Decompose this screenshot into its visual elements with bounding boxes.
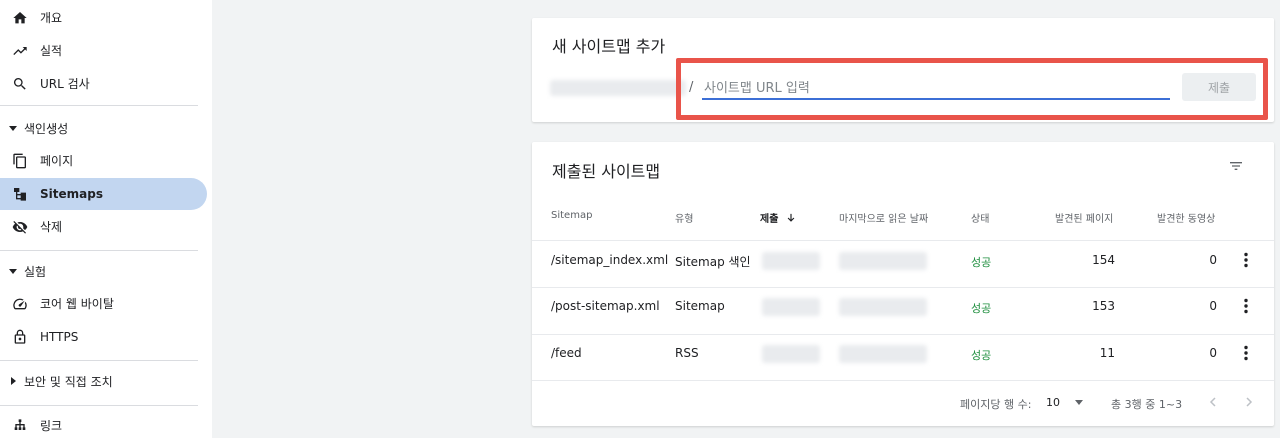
more-vert-icon[interactable]: [1243, 298, 1249, 314]
home-icon: [13, 12, 27, 24]
videos-cell: 0: [1209, 299, 1217, 313]
pages-cell: 11: [1099, 346, 1115, 360]
sidebar-item-sitemaps[interactable]: Sitemaps: [0, 178, 207, 210]
row-divider: [532, 380, 1274, 381]
site-url-redacted: [550, 80, 686, 96]
caret-down-icon: [9, 126, 17, 131]
sidebar-section-label: 색인생성: [24, 122, 69, 136]
sidebar-item-label: Sitemaps: [40, 187, 103, 201]
caret-down-icon: [1074, 400, 1083, 405]
status-cell: 성공: [971, 302, 992, 315]
sidebar-item-removals[interactable]: 삭제: [0, 211, 198, 243]
rows-per-page-select[interactable]: 10: [1046, 396, 1084, 409]
chevron-right-icon[interactable]: [1243, 396, 1255, 408]
more-vert-icon[interactable]: [1243, 345, 1249, 361]
sidebar-item-label: 페이지: [40, 154, 74, 168]
sidebar-divider: [0, 250, 198, 251]
type-cell: Sitemap: [675, 299, 725, 313]
sidebar-item-label: HTTPS: [40, 330, 79, 344]
column-header-type[interactable]: 유형: [675, 210, 693, 225]
pagination-range: 총 3행 중 1~3: [1111, 398, 1183, 411]
sidebar-section-label: 실험: [24, 265, 47, 279]
sidebar-section-label: 보안 및 직접 조치: [24, 375, 113, 389]
sidebar: 개요 실적 URL 검사 색인생성 페이지 Sitemaps 삭제 실험 코어 …: [0, 0, 212, 438]
last-read-date-redacted: [839, 252, 927, 270]
add-sitemap-title: 새 사이트맵 추가: [552, 37, 666, 56]
sidebar-section-security[interactable]: 보안 및 직접 조치: [0, 370, 198, 394]
visibility-off-icon: [12, 221, 28, 234]
pages-cell: 154: [1092, 253, 1115, 267]
videos-cell: 0: [1209, 253, 1217, 267]
submitted-sitemaps-card: [532, 142, 1274, 426]
sidebar-item-pages[interactable]: 페이지: [0, 145, 198, 177]
submitted-date-redacted: [762, 252, 820, 270]
sidebar-item-label: 코어 웹 바이탈: [40, 297, 114, 311]
videos-cell: 0: [1209, 346, 1217, 360]
chevron-left-icon[interactable]: [1207, 396, 1219, 408]
column-header-status[interactable]: 상태: [971, 210, 989, 225]
links-icon: [14, 419, 26, 430]
column-header-pages-found[interactable]: 발견된 페이지: [1055, 210, 1113, 225]
sitemap-icon: [14, 188, 26, 201]
sidebar-item-core-web-vitals[interactable]: 코어 웹 바이탈: [0, 288, 198, 320]
caret-down-icon: [9, 269, 17, 274]
pages-icon: [13, 153, 26, 169]
speed-icon: [13, 298, 27, 310]
submit-button[interactable]: 제출: [1182, 73, 1256, 101]
sidebar-section-experience[interactable]: 실험: [0, 260, 198, 284]
row-divider: [532, 334, 1274, 335]
submitted-sitemaps-title: 제출된 사이트맵: [552, 162, 661, 181]
column-header-label: 제출: [760, 214, 779, 225]
trending-up-icon: [13, 47, 27, 55]
last-read-date-redacted: [839, 298, 927, 316]
column-header-videos-found[interactable]: 발견한 동영상: [1157, 210, 1215, 225]
sidebar-item-overview[interactable]: 개요: [0, 2, 198, 34]
status-cell: 성공: [971, 349, 992, 362]
more-vert-icon[interactable]: [1243, 252, 1249, 268]
caret-right-icon: [11, 377, 16, 385]
column-header-sitemap[interactable]: Sitemap: [551, 210, 592, 221]
row-divider: [532, 240, 1274, 241]
filter-icon[interactable]: [1228, 158, 1244, 174]
arrow-down-icon: [787, 213, 795, 222]
status-cell: 성공: [971, 256, 992, 269]
sidebar-item-https[interactable]: HTTPS: [0, 321, 198, 353]
sidebar-divider: [0, 105, 198, 106]
sidebar-item-url-inspection[interactable]: URL 검사: [0, 68, 198, 100]
sitemap-cell: /sitemap_index.xml: [551, 253, 669, 267]
sidebar-item-performance[interactable]: 실적: [0, 35, 198, 67]
sidebar-divider: [0, 405, 198, 406]
sitemap-url-input[interactable]: [702, 78, 1170, 100]
pages-cell: 153: [1092, 299, 1115, 313]
rows-per-page-label: 페이지당 행 수:: [960, 398, 1032, 411]
lock-icon: [14, 329, 26, 344]
type-cell: Sitemap 색인: [675, 255, 751, 269]
sidebar-item-label: 실적: [40, 44, 63, 58]
sitemap-cell: /post-sitemap.xml: [551, 299, 660, 313]
column-header-last-read[interactable]: 마지막으로 읽은 날짜: [839, 210, 928, 225]
sidebar-item-label: 개요: [40, 11, 63, 25]
url-prefix: /: [689, 80, 694, 95]
sidebar-item-label: URL 검사: [40, 77, 90, 91]
last-read-date-redacted: [839, 345, 927, 363]
submitted-date-redacted: [762, 298, 820, 316]
search-icon: [13, 78, 26, 90]
row-divider: [532, 287, 1274, 288]
sidebar-item-label: 삭제: [40, 220, 63, 234]
sitemap-cell: /feed: [551, 346, 582, 360]
sidebar-item-label: 링크: [40, 419, 63, 433]
rows-per-page-value: 10: [1046, 396, 1060, 409]
sidebar-item-links[interactable]: 링크: [0, 410, 198, 438]
column-header-submitted[interactable]: 제출: [760, 210, 796, 225]
sidebar-divider: [0, 360, 198, 361]
type-cell: RSS: [675, 346, 699, 360]
sidebar-section-index[interactable]: 색인생성: [0, 117, 198, 141]
submitted-date-redacted: [762, 345, 820, 363]
